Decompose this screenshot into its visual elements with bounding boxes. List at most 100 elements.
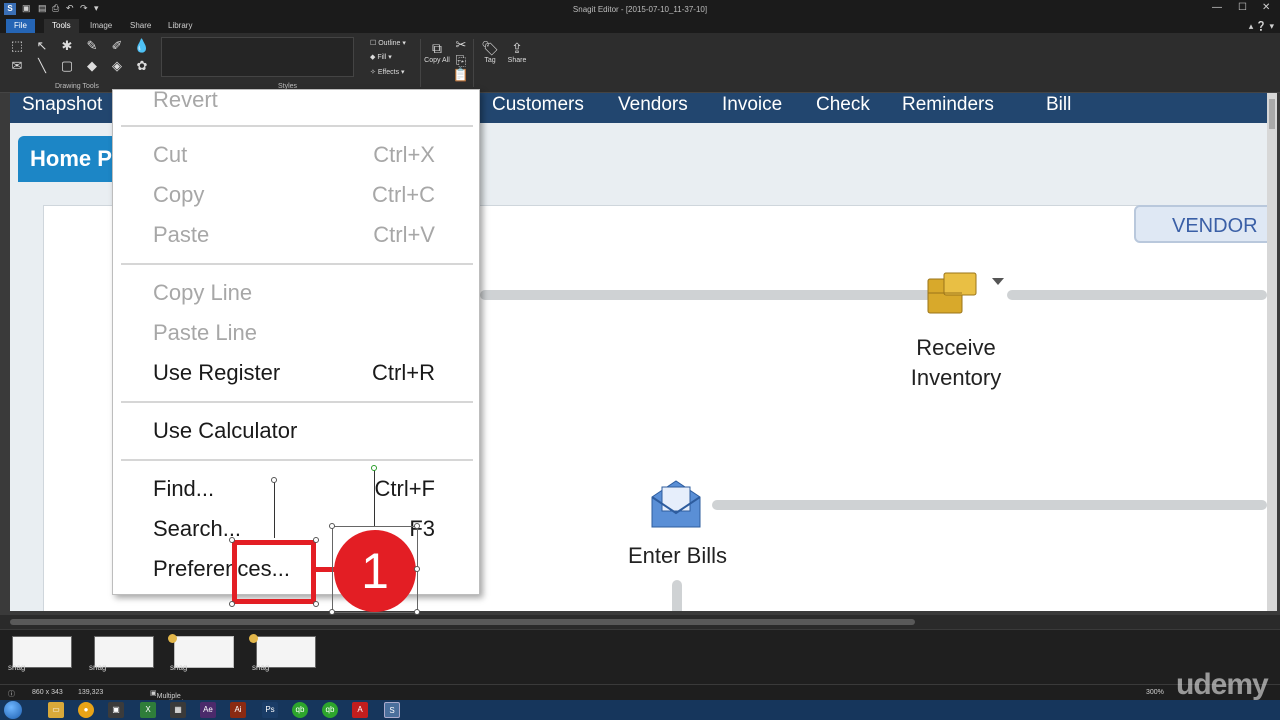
menu-item-revert: Revert: [153, 87, 218, 112]
photoshop-icon[interactable]: Ps: [262, 702, 278, 718]
enter-bills-icon: [651, 480, 701, 528]
tab-file[interactable]: File: [6, 19, 35, 33]
menu-item-use-register: Use Register Ctrl+R: [153, 355, 483, 391]
line-icon[interactable]: ╲: [33, 58, 51, 74]
resize-handle[interactable]: [229, 601, 235, 607]
minimize-icon[interactable]: —: [1212, 2, 1222, 13]
shape-icon[interactable]: ▢: [58, 58, 76, 74]
quickbooks-icon[interactable]: qb: [322, 702, 338, 718]
copy-all-icon: ⧉: [432, 40, 442, 56]
close-icon[interactable]: ✕: [1262, 2, 1270, 13]
home-label: Home P: [30, 146, 112, 171]
unsaved-badge-icon: [168, 634, 177, 643]
explorer-icon[interactable]: ▭: [48, 702, 64, 718]
highlighter-icon[interactable]: ✐: [108, 38, 126, 54]
use-register-label: Use Register: [153, 360, 281, 385]
flow-line: [672, 580, 682, 611]
title-bar: S ▣ ▤ ⎙ ↶ ↷ ▾ Snagit Editor - [2015-07-1…: [0, 0, 1280, 19]
magic-wand-icon[interactable]: ✿: [133, 58, 151, 74]
ribbon-divider: [420, 39, 421, 87]
acrobat-icon[interactable]: A: [352, 702, 368, 718]
menu-separator: [121, 263, 473, 265]
share-button[interactable]: ⇪ Share: [505, 39, 529, 64]
info-icon[interactable]: ⓘ: [8, 689, 15, 699]
snagit-taskbar-icon[interactable]: S: [384, 702, 400, 718]
help-icon[interactable]: ▴ ❔ ▾: [1249, 19, 1274, 33]
horizontal-scrollbar-thumb[interactable]: [10, 619, 915, 625]
udemy-watermark: udemy: [1176, 668, 1269, 701]
selection-icon[interactable]: ⬚: [8, 38, 26, 54]
excel-icon[interactable]: X: [140, 702, 156, 718]
styles-gallery[interactable]: [161, 37, 354, 77]
rotate-handle[interactable]: [271, 477, 277, 483]
menu-item-paste-line: Paste Line: [153, 320, 257, 345]
highlight-rectangle[interactable]: [232, 540, 316, 604]
blur-icon[interactable]: 💧: [133, 38, 151, 54]
effects-option[interactable]: ✧ Effects ▾: [370, 68, 405, 76]
menu-item-copy: Copy Ctrl+C: [153, 177, 483, 213]
outline-option[interactable]: ☐ Outline ▾: [370, 39, 406, 47]
nav-invoice: Invoice: [722, 94, 783, 115]
horizontal-scrollbar[interactable]: [0, 615, 1280, 629]
resize-handle[interactable]: [313, 537, 319, 543]
paste-icon[interactable]: 📋: [452, 67, 470, 83]
cut-icon[interactable]: ✂: [452, 37, 470, 53]
tab-tools[interactable]: Tools: [44, 19, 79, 33]
copy-all-label: Copy All: [424, 57, 450, 64]
fill-label: Fill: [377, 54, 387, 61]
rotation-handle-line: [274, 480, 275, 538]
app-icon[interactable]: ▦: [170, 702, 186, 718]
image-dimensions: 860 x 343: [32, 689, 63, 696]
fill-option[interactable]: ◆ Fill ▾: [370, 53, 392, 61]
selection-outline: [332, 526, 333, 612]
tab-share[interactable]: Share: [122, 19, 159, 33]
fill-icon[interactable]: ◆: [83, 58, 101, 74]
tag-icon: 🏷: [481, 40, 499, 56]
callout-icon[interactable]: ✉: [8, 58, 26, 74]
tag-button[interactable]: 🏷 Tag: [478, 39, 502, 64]
flow-line: [480, 290, 932, 300]
drawing-tools-label: Drawing Tools: [55, 83, 99, 90]
receive-inventory-icon: [927, 272, 1004, 314]
zoom-level[interactable]: 300%: [1146, 689, 1164, 696]
resize-handle[interactable]: [414, 566, 420, 572]
arrow-icon[interactable]: ↖: [33, 38, 51, 54]
thumbnail-label: snag: [252, 663, 270, 672]
resize-handle[interactable]: [329, 523, 335, 529]
tab-library[interactable]: Library: [160, 19, 200, 33]
menu-separator: [121, 125, 473, 127]
unsaved-badge-icon: [249, 634, 258, 643]
eraser-icon[interactable]: ◈: [108, 58, 126, 74]
copy-all-button[interactable]: ⧉ Copy All: [424, 39, 450, 64]
nav-snapshot: Snapshot: [22, 94, 103, 115]
tab-image[interactable]: Image: [82, 19, 120, 33]
stamp-icon[interactable]: ✱: [58, 38, 76, 54]
rotate-handle[interactable]: [371, 465, 377, 471]
search-shortcut: F3: [409, 516, 435, 541]
vertical-scrollbar-thumb[interactable]: [1269, 99, 1275, 129]
vertical-scrollbar[interactable]: [1267, 93, 1277, 611]
vendors-section-tab: VENDOR: [1134, 205, 1267, 243]
find-label: Find...: [153, 476, 215, 501]
quickbooks-icon[interactable]: qb: [292, 702, 308, 718]
drawing-tools: ⬚ ↖ ✱ ✎ ✐ 💧 ✉ ╲ ▢ ◆ ◈ ✿: [8, 38, 156, 78]
share-icon: ⇪: [511, 40, 523, 56]
outline-label: Outline: [378, 40, 401, 47]
resize-handle[interactable]: [313, 601, 319, 607]
pen-icon[interactable]: ✎: [83, 38, 101, 54]
flow-line: [712, 500, 1267, 510]
maximize-icon[interactable]: ☐: [1238, 2, 1247, 13]
nav-check: Check: [816, 94, 870, 115]
find-shortcut: Ctrl+F: [374, 476, 436, 501]
start-button-icon[interactable]: [4, 701, 22, 719]
after-effects-icon[interactable]: Ae: [200, 702, 216, 718]
chrome-icon[interactable]: ●: [78, 702, 94, 718]
illustrator-icon[interactable]: Ai: [230, 702, 246, 718]
windows-taskbar: ▭ ● ▣ X ▦ Ae Ai Ps qb qb A S: [0, 700, 1280, 720]
resize-handle[interactable]: [414, 523, 420, 529]
nav-reminders: Reminders: [902, 94, 994, 115]
status-bar: ⓘ 860 x 343 139,323 ▣ Multiple Applicati…: [0, 684, 1280, 707]
resize-handle[interactable]: [229, 537, 235, 543]
app-icon[interactable]: ▣: [108, 702, 124, 718]
step-marker[interactable]: 1: [334, 530, 416, 612]
